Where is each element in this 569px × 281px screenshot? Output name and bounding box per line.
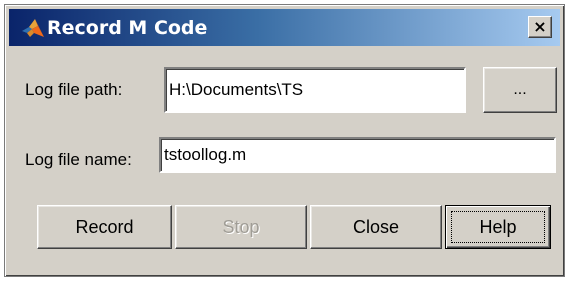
log-file-path-label: Log file path: — [25, 80, 123, 99]
log-file-name-input[interactable] — [159, 137, 556, 173]
record-button[interactable]: Record — [37, 205, 172, 249]
help-button[interactable]: Help — [445, 205, 551, 249]
browse-button-label: ... — [513, 81, 527, 98]
window-title: Record M Code — [47, 17, 208, 39]
record-m-code-dialog: Record M Code × Log file path: ... Log f… — [4, 4, 565, 277]
title-bar[interactable]: Record M Code × — [9, 9, 560, 46]
browse-button[interactable]: ... — [483, 67, 557, 113]
matlab-logo-icon — [21, 16, 45, 40]
close-window-button[interactable]: × — [528, 16, 552, 38]
stop-button-label: Stop — [222, 216, 260, 237]
stop-button[interactable]: Stop — [175, 205, 307, 249]
help-button-label: Help — [479, 216, 517, 237]
log-file-path-input[interactable] — [164, 67, 466, 113]
close-icon: × — [533, 17, 547, 36]
close-button[interactable]: Close — [310, 205, 442, 249]
log-file-name-label: Log file name: — [25, 150, 132, 169]
close-button-label: Close — [352, 216, 400, 237]
record-button-label: Record — [75, 216, 134, 237]
